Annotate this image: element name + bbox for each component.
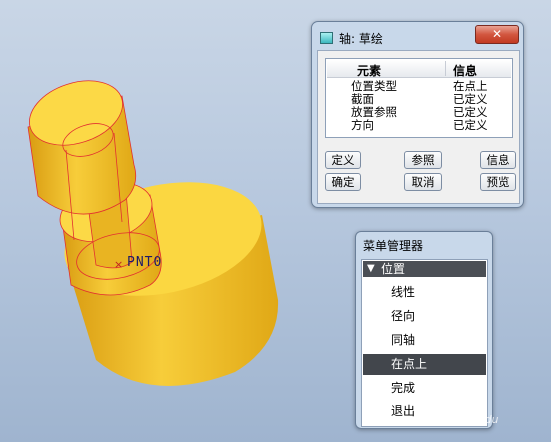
menu-item-on-point[interactable]: 在点上 bbox=[363, 354, 486, 375]
menu-item-done[interactable]: 完成 bbox=[363, 378, 486, 399]
menu-item-label: 退出 bbox=[391, 404, 416, 418]
menu-item-label: 完成 bbox=[391, 381, 416, 395]
menu-item-label: 同轴 bbox=[391, 333, 416, 347]
dialog-titlebar[interactable]: 轴: 草绘 ✕ bbox=[312, 22, 523, 50]
references-button[interactable]: 参照 bbox=[404, 151, 442, 169]
collapse-triangle-icon: ▼ bbox=[367, 263, 375, 274]
close-button[interactable]: ✕ bbox=[475, 25, 519, 44]
preview-button[interactable]: 预览 bbox=[480, 173, 516, 191]
menu-section-header[interactable]: ▼ 位置 bbox=[363, 261, 486, 277]
menu-item-radial[interactable]: 径向 bbox=[363, 306, 486, 327]
row-element: 方向 bbox=[351, 118, 374, 132]
table-header: 元素 信息 bbox=[327, 60, 511, 78]
datum-point-label[interactable]: PNT0 bbox=[127, 255, 162, 270]
define-button[interactable]: 定义 bbox=[325, 151, 361, 169]
watermark: jingyan.baidu bbox=[424, 413, 499, 426]
cancel-button[interactable]: 取消 bbox=[404, 173, 442, 191]
menu-item-linear[interactable]: 线性 bbox=[363, 282, 486, 303]
element-table: 元素 信息 位置类型 在点上 截面 已定义 放置参照 已定义 方向 已定义 bbox=[325, 58, 513, 138]
datum-point-marker[interactable]: × bbox=[114, 259, 123, 270]
axis-sketch-dialog: 轴: 草绘 ✕ 元素 信息 位置类型 在点上 截面 已定义 放置参照 已定义 方… bbox=[311, 21, 524, 208]
menu-item-label: 在点上 bbox=[391, 357, 428, 371]
menu-manager: 菜单管理器 ▼ 位置 线性 径向 同轴 在点上 完成 退出 bbox=[355, 231, 493, 429]
menu-item-coaxial[interactable]: 同轴 bbox=[363, 330, 486, 351]
ok-button[interactable]: 确定 bbox=[325, 173, 361, 191]
menu-section-label: 位置 bbox=[381, 262, 406, 276]
dialog-app-icon bbox=[320, 32, 333, 44]
column-divider bbox=[445, 61, 446, 76]
column-header-info[interactable]: 信息 bbox=[453, 62, 477, 79]
table-row[interactable]: 方向 已定义 bbox=[327, 119, 511, 132]
menu-body: ▼ 位置 线性 径向 同轴 在点上 完成 退出 bbox=[361, 259, 488, 427]
column-header-element[interactable]: 元素 bbox=[357, 62, 381, 79]
dialog-title: 轴: 草绘 bbox=[339, 32, 383, 46]
menu-manager-title: 菜单管理器 bbox=[363, 239, 424, 253]
info-button[interactable]: 信息 bbox=[480, 151, 516, 169]
menu-item-label: 线性 bbox=[391, 285, 416, 299]
dialog-body: 元素 信息 位置类型 在点上 截面 已定义 放置参照 已定义 方向 已定义 定义… bbox=[317, 50, 520, 204]
menu-item-label: 径向 bbox=[391, 309, 416, 323]
row-info: 已定义 bbox=[453, 118, 488, 132]
